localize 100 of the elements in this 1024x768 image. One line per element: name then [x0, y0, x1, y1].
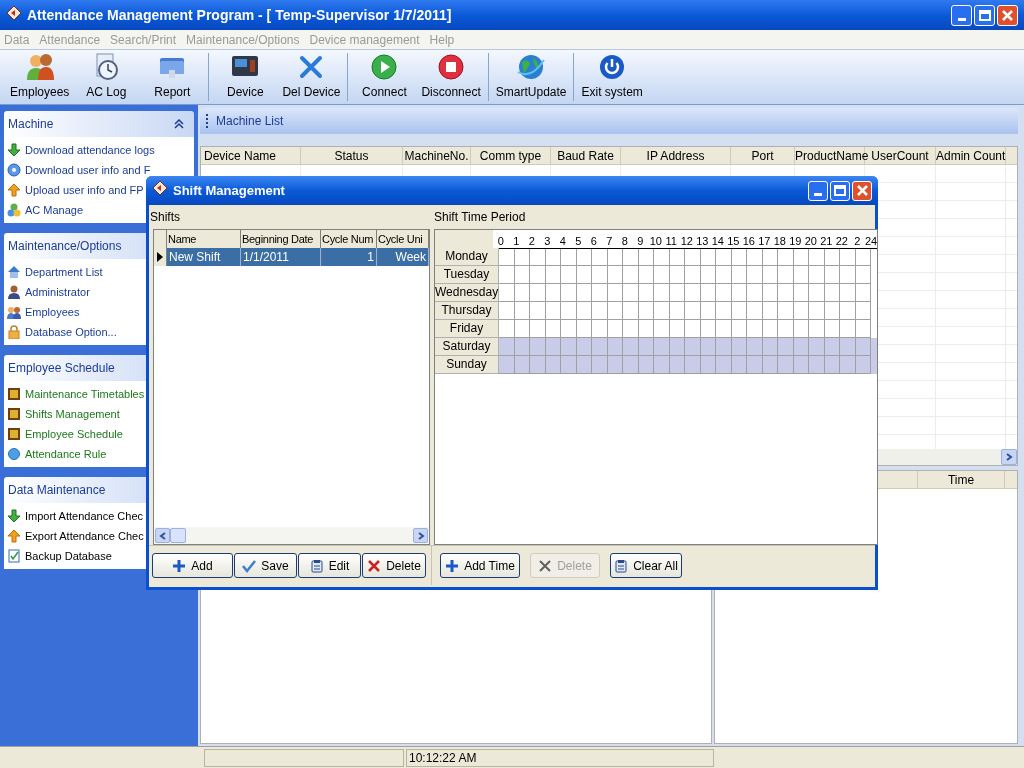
toolbar-button[interactable]: Employees: [6, 50, 74, 104]
column-header[interactable]: Status: [301, 147, 403, 164]
hour-label: 9: [636, 234, 645, 248]
people-icon: [24, 52, 55, 82]
dialog-button[interactable]: Edit: [298, 553, 361, 578]
hour-label: 17: [757, 234, 772, 248]
sidebar-link[interactable]: Export Attendance Chec: [25, 527, 144, 545]
time-row[interactable]: [499, 248, 877, 266]
minimize-button[interactable]: [808, 180, 828, 201]
toolbar-button[interactable]: Exit system: [577, 50, 647, 104]
toolbar-button[interactable]: Del Device: [278, 50, 345, 104]
sidebar-link[interactable]: AC Manage: [25, 201, 84, 219]
hour-label: 5: [574, 234, 583, 248]
row-header: Saturday: [435, 338, 499, 356]
down-arrow-icon: [7, 143, 21, 157]
column-header[interactable]: Admin Count: [936, 147, 1006, 164]
toolbar-button[interactable]: Disconnect: [417, 50, 485, 104]
column-header[interactable]: Port: [731, 147, 795, 164]
dialog-button[interactable]: Clear All: [610, 553, 682, 578]
table-cell: Week: [377, 248, 429, 266]
section-title: Data Maintenance: [8, 482, 106, 499]
section-header[interactable]: Machine: [4, 111, 194, 137]
sidebar-link[interactable]: Administrator: [25, 283, 90, 301]
close-button[interactable]: [997, 4, 1018, 26]
document-check-icon: [7, 549, 21, 563]
up-arrow-icon: [7, 183, 21, 197]
sidebar-link[interactable]: Database Option...: [25, 323, 117, 341]
hour-label: 0: [496, 234, 505, 248]
scroll-right-button[interactable]: [1001, 449, 1017, 465]
chevron-left-icon: [158, 531, 167, 540]
hour-label: 13: [695, 234, 710, 248]
sidebar-link[interactable]: Import Attendance Chec: [25, 507, 143, 525]
hour-label: 7: [605, 234, 614, 248]
chevron-right-icon: [416, 531, 425, 540]
dialog-button[interactable]: Delete: [362, 553, 426, 578]
maximize-button[interactable]: [830, 180, 850, 201]
house-icon: [7, 265, 21, 279]
column-header[interactable]: MachineNo.: [403, 147, 471, 164]
dialog-button[interactable]: Save: [234, 553, 297, 578]
hour-label: 20: [803, 234, 818, 248]
close-icon: [1002, 9, 1013, 21]
clipboard-icon: [614, 558, 629, 573]
hour-label: 15: [726, 234, 741, 248]
column-header[interactable]: Comm type: [471, 147, 551, 164]
hour-label: 11: [664, 234, 678, 248]
cross-icon: [538, 558, 553, 573]
row-header: Friday: [435, 320, 499, 338]
minimize-icon: [814, 192, 822, 196]
sidebar-link[interactable]: Shifts Management: [25, 405, 120, 423]
scroll-right-button[interactable]: [413, 528, 428, 543]
sidebar-link[interactable]: Download user info and F: [25, 161, 151, 179]
row-header: Sunday: [435, 356, 499, 374]
toolbar-button[interactable]: Device: [212, 50, 279, 104]
sidebar-link[interactable]: Employees: [25, 303, 80, 321]
column-header[interactable]: Device Name: [201, 147, 301, 164]
scroll-thumb[interactable]: [170, 528, 186, 543]
sidebar-link[interactable]: Upload user info and FP: [25, 181, 144, 199]
play-icon: [369, 52, 400, 82]
section-title: Maintenance/Options: [8, 238, 122, 255]
collapse-icon[interactable]: [174, 119, 184, 129]
section-label: Shifts: [150, 209, 181, 226]
sidebar-link[interactable]: Employee Schedule: [25, 425, 123, 443]
clipboard-icon: [309, 558, 324, 573]
dialog-button[interactable]: Add: [152, 553, 233, 578]
hour-label: 10: [648, 234, 663, 248]
stop-icon: [436, 52, 467, 82]
close-button[interactable]: [852, 180, 872, 201]
maximize-icon: [978, 9, 991, 21]
scroll-left-button[interactable]: [155, 528, 170, 543]
check-icon: [242, 558, 257, 573]
hour-label: 24: [865, 234, 877, 248]
toolbar-button[interactable]: AC Log: [73, 50, 140, 104]
column-header[interactable]: Baud Rate: [551, 147, 621, 164]
sidebar-link[interactable]: Maintenance Timetables: [25, 385, 145, 403]
down-arrow-icon: [7, 509, 21, 523]
table-cell: New Shift: [167, 248, 241, 266]
app-icon: [152, 180, 168, 196]
toolbar-button[interactable]: Connect: [351, 50, 418, 104]
row-header: Monday: [435, 248, 499, 266]
circles-icon: [7, 203, 21, 217]
table-cell: 1: [321, 248, 377, 266]
toolbar-button[interactable]: SmartUpdate: [491, 50, 571, 104]
dialog-button[interactable]: Add Time: [440, 553, 520, 578]
lock-icon: [7, 325, 21, 339]
hour-label: 18: [772, 234, 787, 248]
table-row[interactable]: New Shift 1/1/2011 1 Week: [154, 248, 429, 266]
section-title: Employee Schedule: [8, 360, 115, 377]
toolbar-button[interactable]: Report: [139, 50, 206, 104]
maximize-button[interactable]: [974, 4, 995, 26]
horizontal-scrollbar[interactable]: [154, 527, 429, 544]
sidebar-link[interactable]: Attendance Rule: [25, 445, 107, 463]
row-header: Thursday: [435, 302, 499, 320]
sidebar-link[interactable]: Backup Database: [25, 547, 112, 565]
hour-label: 19: [788, 234, 803, 248]
globe-icon: [516, 52, 547, 82]
column-header[interactable]: IP Address: [621, 147, 731, 164]
minimize-button[interactable]: [951, 4, 972, 26]
sidebar-link[interactable]: Download attendance logs: [25, 141, 155, 159]
sidebar-link[interactable]: Department List: [25, 263, 103, 281]
close-icon: [856, 185, 868, 196]
